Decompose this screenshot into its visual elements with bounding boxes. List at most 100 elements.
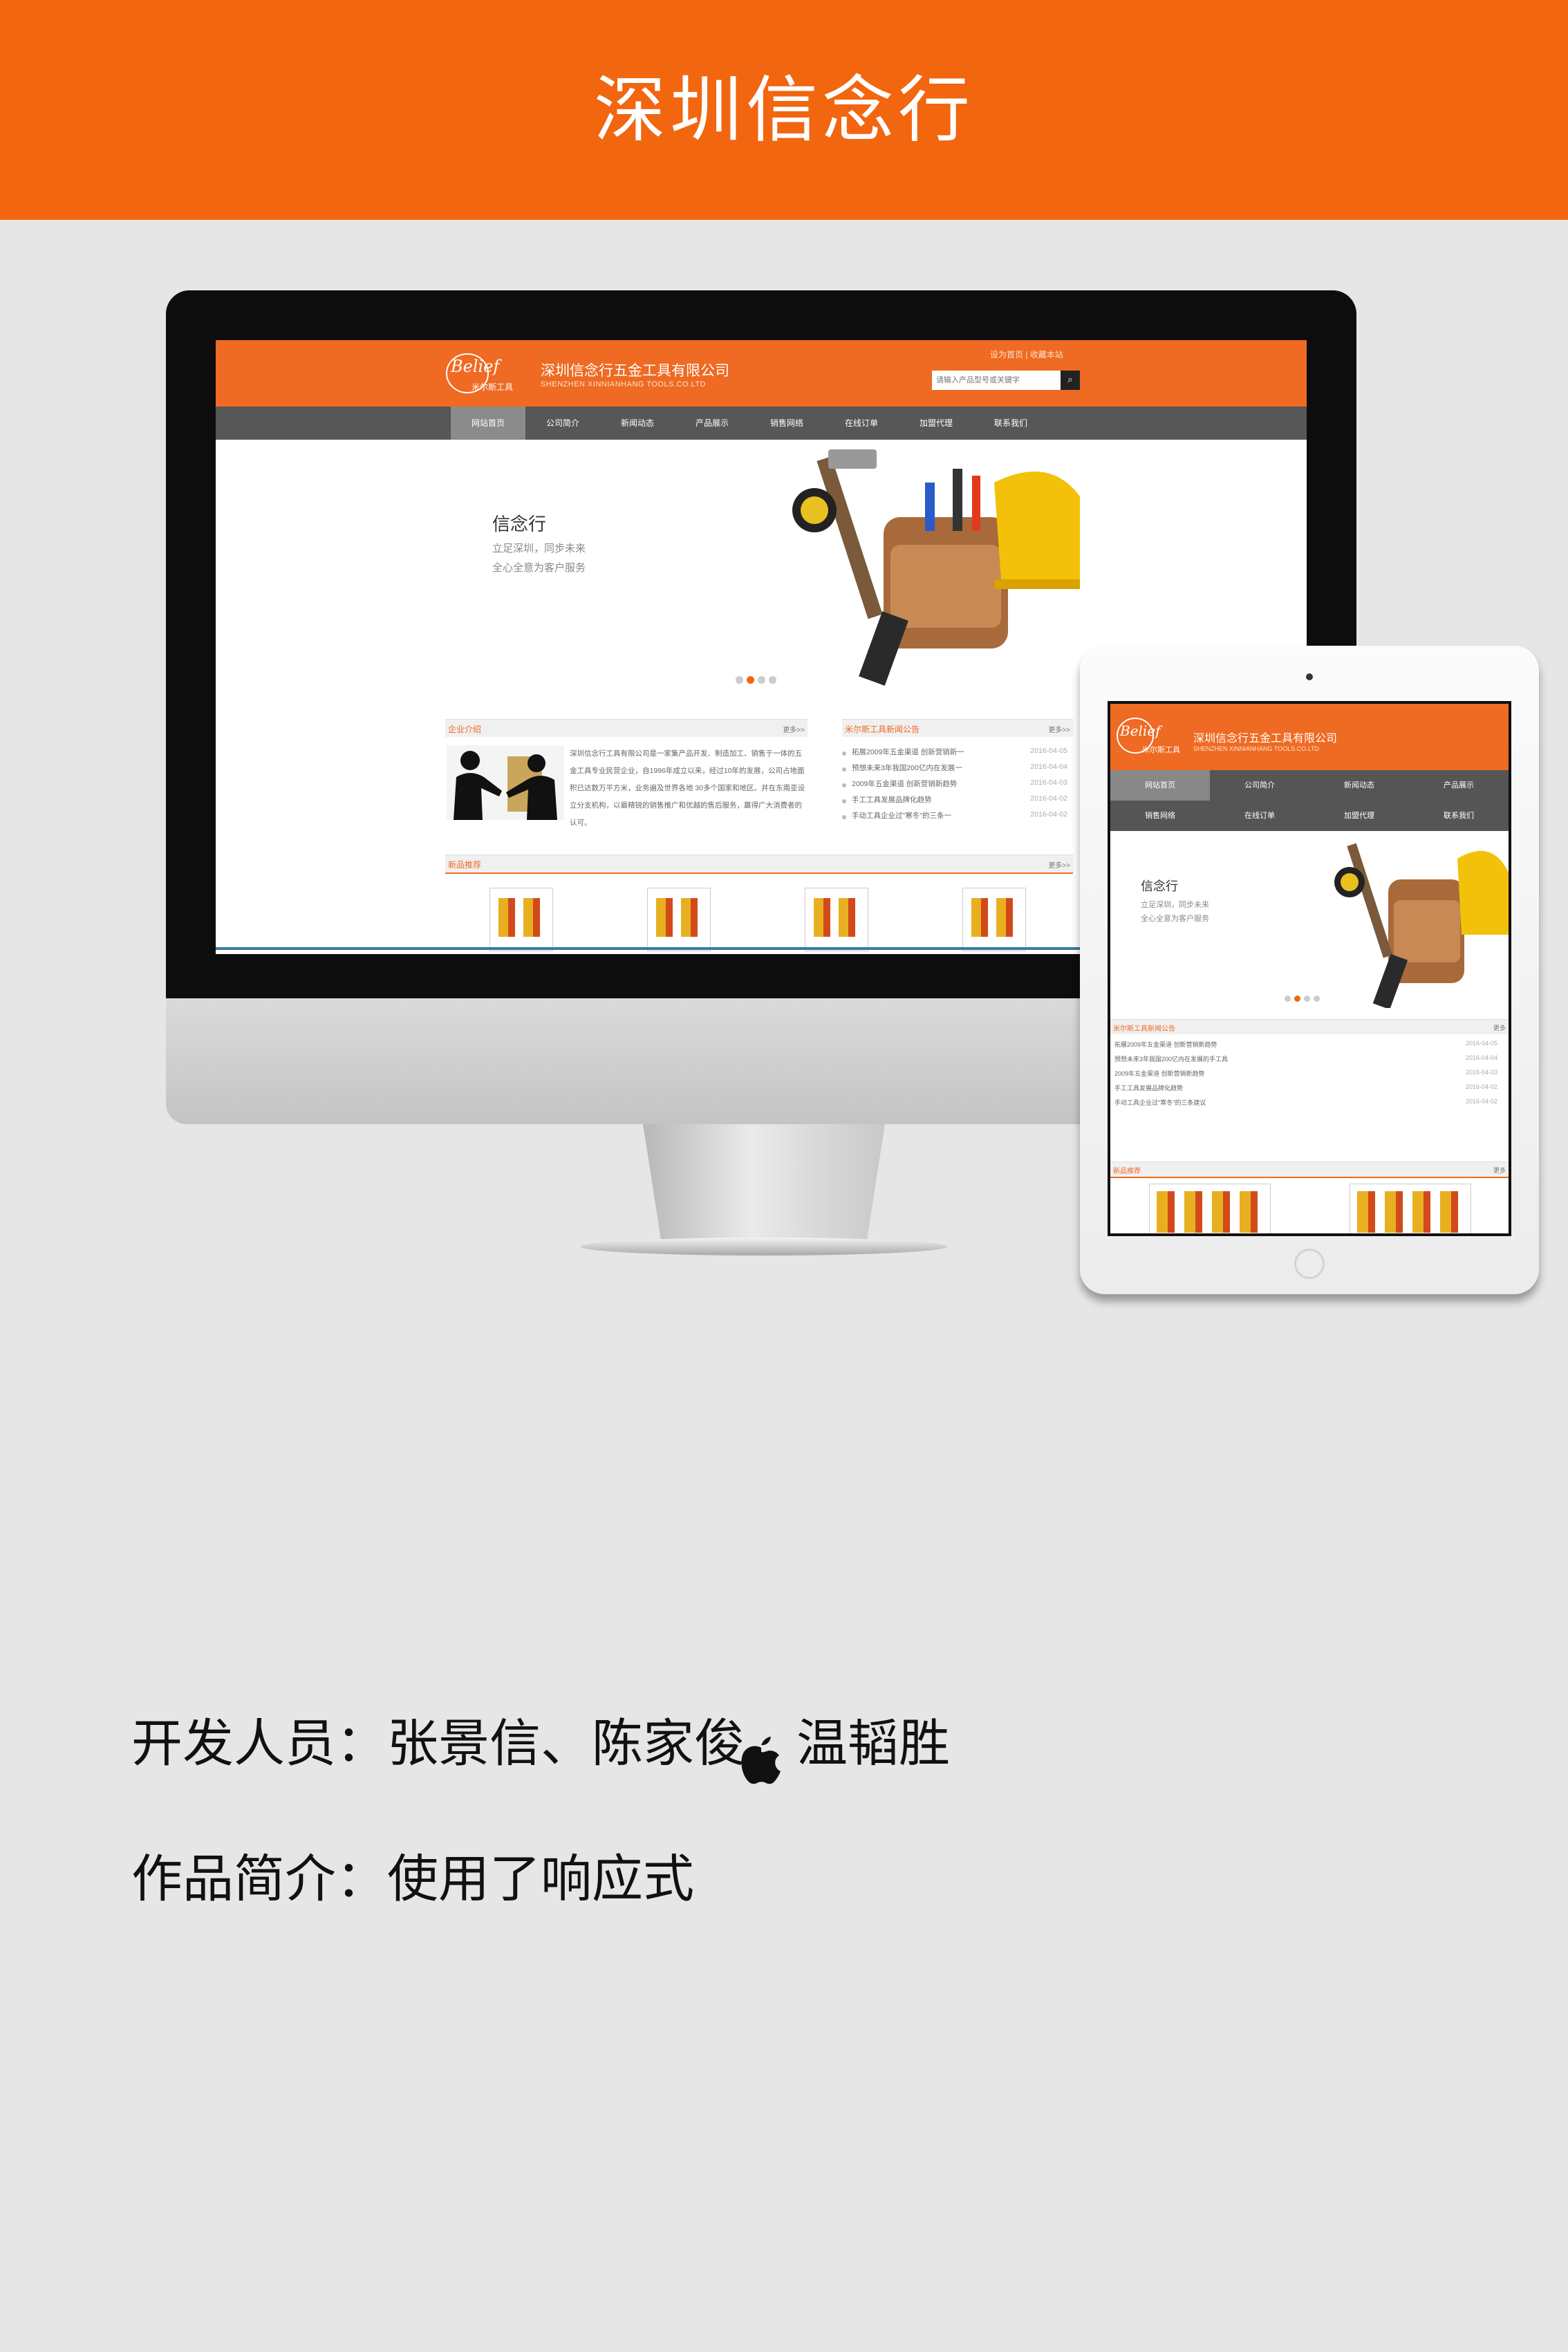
products-title: 新品推荐 bbox=[448, 860, 482, 870]
carousel-dot[interactable] bbox=[758, 676, 765, 684]
imac-stand bbox=[643, 1124, 885, 1249]
search-icon[interactable]: ⌕ bbox=[1061, 371, 1080, 390]
nav-news[interactable]: 新闻动态 bbox=[1309, 770, 1409, 801]
news-title: 米尔斯工具新闻公告 bbox=[845, 725, 920, 734]
home-button[interactable] bbox=[1294, 1249, 1325, 1279]
product-image bbox=[656, 898, 702, 937]
tablet-news-item[interactable]: 手动工具企业过"寒冬"的三条建议 2016-04-02 bbox=[1113, 1098, 1500, 1112]
nav-news[interactable]: 新闻动态 bbox=[600, 407, 675, 440]
nav-products[interactable]: 产品展示 bbox=[675, 407, 749, 440]
bullet-icon bbox=[842, 815, 846, 819]
product-image bbox=[498, 898, 544, 937]
carousel-dot[interactable] bbox=[1285, 996, 1291, 1002]
news-item[interactable]: 预想未来3年我国200亿内在发展一 2016-04-04 bbox=[842, 763, 1073, 778]
product-thumbnail[interactable] bbox=[805, 888, 868, 951]
belief-logo: Belief 米尔斯工具 bbox=[1117, 718, 1180, 754]
tablet-news-item[interactable]: 预想未来3年我国200亿内在发展的手工具 2016-04-04 bbox=[1113, 1054, 1500, 1069]
product-image bbox=[814, 898, 859, 937]
nav-contact[interactable]: 联系我们 bbox=[973, 407, 1048, 440]
about-title: 企业介绍 bbox=[448, 725, 482, 734]
carousel-dot[interactable] bbox=[1304, 996, 1310, 1002]
tablet-news-item[interactable]: 手工工具发展品牌化趋势 2016-04-02 bbox=[1113, 1083, 1500, 1098]
products-divider bbox=[445, 872, 1073, 874]
tablet-company-name-en: SHENZHEN XINNIANHANG TOOLS.CO.LTD bbox=[1193, 745, 1320, 752]
imac-foot bbox=[581, 1238, 947, 1256]
bullet-icon bbox=[842, 767, 846, 772]
nav-order[interactable]: 在线订单 bbox=[1210, 801, 1309, 831]
ipad-mockup: Belief 米尔斯工具 深圳信念行五金工具有限公司 SHENZHEN XINN… bbox=[1080, 646, 1539, 1294]
carousel-dot[interactable] bbox=[1314, 996, 1320, 1002]
carousel-dot[interactable] bbox=[769, 676, 776, 684]
news-item[interactable]: 拓展2009年五金渠道 创新营销新一 2016-04-05 bbox=[842, 747, 1073, 763]
tablet-news-item[interactable]: 拓展2009年五金渠道 创新营销新趋势 2016-04-05 bbox=[1113, 1040, 1500, 1054]
bullet-icon bbox=[842, 783, 846, 787]
product-thumbnail[interactable] bbox=[647, 888, 711, 951]
nav-sales[interactable]: 销售网络 bbox=[1110, 801, 1210, 831]
news-item-date: 2016-04-03 bbox=[1465, 1069, 1497, 1076]
nav-contact[interactable]: 联系我们 bbox=[1409, 801, 1509, 831]
news-item-date: 2016-04-02 bbox=[1030, 810, 1067, 819]
tablet-news-bar: 米尔斯工具新闻公告 更多 bbox=[1110, 1019, 1509, 1034]
news-item-date: 2016-04-04 bbox=[1030, 763, 1067, 771]
news-item-date: 2016-04-03 bbox=[1030, 778, 1067, 787]
site-search-input[interactable] bbox=[932, 371, 1061, 390]
tablet-news-item[interactable]: 2009年五金渠道 创新营销新趋势 2016-04-03 bbox=[1113, 1069, 1500, 1083]
products-divider bbox=[1110, 1177, 1509, 1178]
about-more-link[interactable]: 更多>> bbox=[783, 724, 805, 734]
nav-sales[interactable]: 销售网络 bbox=[749, 407, 824, 440]
tablet-hero-line2: 全心全意为客户服务 bbox=[1141, 915, 1209, 923]
developers-caption: 开发人员：张景信、陈家俊、温韬胜 bbox=[131, 1714, 950, 1773]
carousel-dot-active[interactable] bbox=[1294, 996, 1300, 1002]
tablet-products-more[interactable]: 更多 bbox=[1493, 1166, 1506, 1175]
bullet-icon bbox=[842, 752, 846, 756]
product-thumbnail[interactable] bbox=[962, 888, 1026, 951]
tool-belt-image bbox=[792, 449, 1080, 686]
news-item-title: 拓展2009年五金渠道 创新营销新趋势 bbox=[1114, 1041, 1217, 1048]
product-thumbnail[interactable] bbox=[489, 888, 553, 951]
belief-logo: Belief 米尔斯工具 bbox=[446, 353, 513, 393]
page-title: 深圳信念行 bbox=[593, 68, 974, 152]
tablet-nav: 网站首页 公司简介 新闻动态 产品展示 销售网络 在线订单 加盟代理 联系我们 bbox=[1110, 770, 1509, 831]
product-image bbox=[1357, 1191, 1464, 1233]
tablet-carousel-dots[interactable] bbox=[1285, 991, 1323, 1005]
news-item[interactable]: 手工工具发展品牌化趋势 2016-04-02 bbox=[842, 794, 1073, 810]
news-item-title: 手工工具发展品牌化趋势 bbox=[852, 796, 932, 804]
products-more-link[interactable]: 更多>> bbox=[1048, 859, 1070, 870]
news-item-title: 手动工具企业过"寒冬"的三条一 bbox=[852, 812, 951, 820]
carousel-dot[interactable] bbox=[736, 676, 743, 684]
site-company-name: 深圳信念行五金工具有限公司 bbox=[541, 363, 729, 379]
product-thumbnail[interactable] bbox=[1149, 1184, 1271, 1233]
tablet-news-title: 米尔斯工具新闻公告 bbox=[1113, 1025, 1175, 1033]
carousel-dot-active[interactable] bbox=[747, 676, 754, 684]
camera-icon bbox=[1306, 673, 1313, 680]
news-item-date: 2016-04-02 bbox=[1030, 794, 1067, 803]
product-thumbnail[interactable] bbox=[1350, 1184, 1471, 1233]
about-text: 深圳信念行工具有限公司是一家集产品开发、制造加工、销售于一体的五金工具专业民营企… bbox=[570, 749, 805, 827]
tablet-website-screen: Belief 米尔斯工具 深圳信念行五金工具有限公司 SHENZHEN XINN… bbox=[1108, 701, 1511, 1236]
news-item[interactable]: 手动工具企业过"寒冬"的三条一 2016-04-02 bbox=[842, 810, 1073, 826]
nav-agent[interactable]: 加盟代理 bbox=[899, 407, 973, 440]
site-top-links[interactable]: 设为首页 | 收藏本站 bbox=[990, 348, 1063, 360]
site-nav: 网站首页 公司简介 新闻动态 产品展示 销售网络 在线订单 加盟代理 联系我们 bbox=[216, 407, 1307, 440]
hero-carousel-dots[interactable] bbox=[736, 673, 780, 687]
tablet-news-more[interactable]: 更多 bbox=[1493, 1023, 1506, 1032]
about-section-bar: 企业介绍 更多>> bbox=[445, 719, 808, 737]
nav-home[interactable]: 网站首页 bbox=[1110, 770, 1210, 801]
news-item[interactable]: 2009年五金渠道 创新营销新趋势 2016-04-03 bbox=[842, 778, 1073, 794]
nav-about[interactable]: 公司简介 bbox=[525, 407, 600, 440]
news-item-title: 2009年五金渠道 创新营销新趋势 bbox=[1114, 1070, 1205, 1077]
tablet-hero-title: 信念行 bbox=[1141, 879, 1178, 893]
nav-about[interactable]: 公司简介 bbox=[1210, 770, 1309, 801]
nav-order[interactable]: 在线订单 bbox=[824, 407, 899, 440]
nav-home[interactable]: 网站首页 bbox=[451, 407, 525, 440]
tablet-products-bar: 新品推荐 更多 bbox=[1110, 1161, 1509, 1177]
tablet-hero-line1: 立足深圳，同步未来 bbox=[1141, 901, 1209, 909]
news-item-title: 2009年五金渠道 创新营销新趋势 bbox=[852, 780, 958, 788]
news-more-link[interactable]: 更多>> bbox=[1048, 724, 1070, 734]
news-item-title: 预想未来3年我国200亿内在发展一 bbox=[852, 764, 962, 772]
tablet-site-header: Belief 米尔斯工具 深圳信念行五金工具有限公司 SHENZHEN XINN… bbox=[1110, 704, 1509, 770]
news-item-date: 2016-04-05 bbox=[1465, 1040, 1497, 1047]
nav-agent[interactable]: 加盟代理 bbox=[1309, 801, 1409, 831]
nav-products[interactable]: 产品展示 bbox=[1409, 770, 1509, 801]
news-item-title: 手动工具企业过"寒冬"的三条建议 bbox=[1114, 1099, 1206, 1106]
